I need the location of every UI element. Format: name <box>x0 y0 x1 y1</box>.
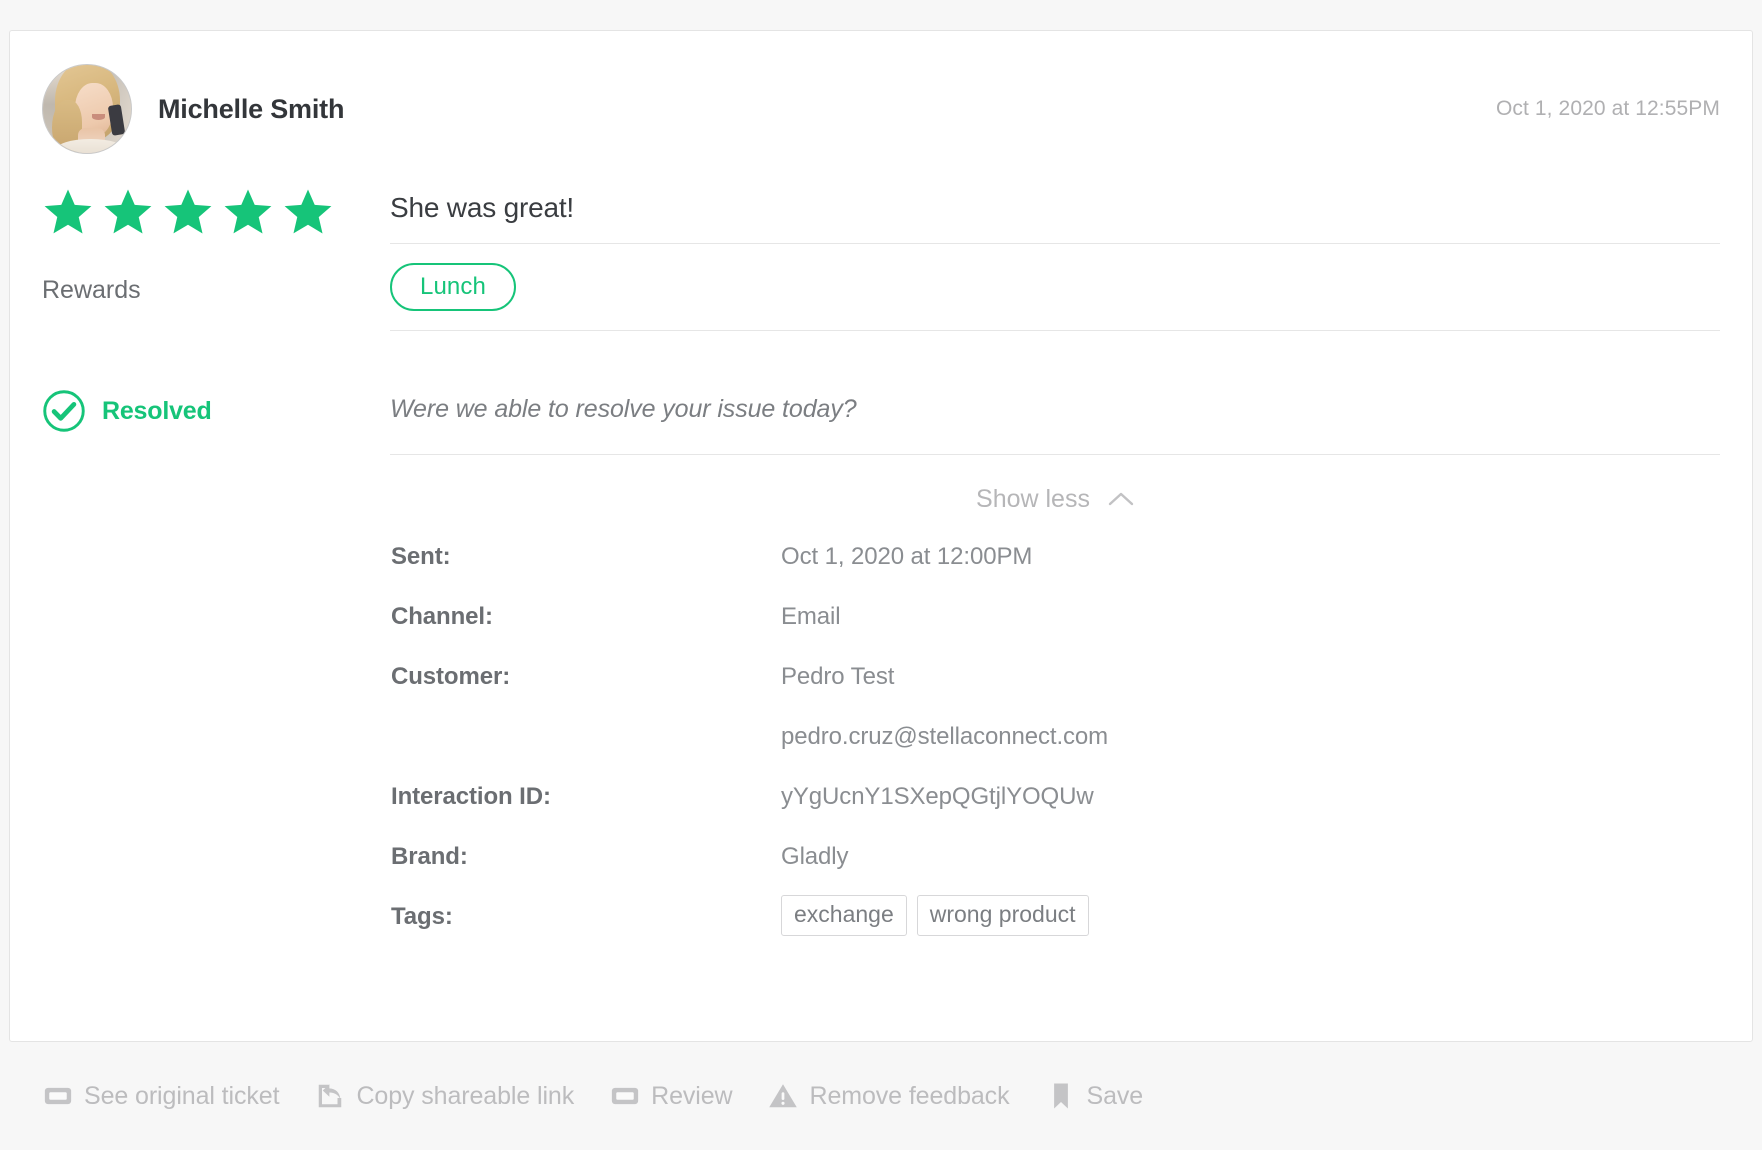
ticket-icon <box>44 1087 72 1105</box>
star-icon <box>164 189 212 234</box>
remove-feedback-button[interactable]: Remove feedback <box>768 1081 1010 1111</box>
reward-chip-lunch[interactable]: Lunch <box>390 263 516 311</box>
footer-label: Copy shareable link <box>356 1081 575 1110</box>
check-circle-icon <box>43 390 85 432</box>
detail-row: Brand: Gladly <box>391 843 1720 903</box>
rewards-label: Rewards <box>42 275 141 304</box>
resolution-question: Were we able to resolve your issue today… <box>390 394 857 423</box>
detail-value: Oct 1, 2020 at 12:00PM <box>781 543 1033 570</box>
detail-key: Sent: <box>391 543 451 570</box>
right-column: She was great! Lunch Were we able to res… <box>390 173 1720 963</box>
feedback-card: Michelle Smith Oct 1, 2020 at 12:55PM Re… <box>9 30 1753 1042</box>
detail-row: Customer: Pedro Test <box>391 663 1720 723</box>
page-root: Michelle Smith Oct 1, 2020 at 12:55PM Re… <box>0 0 1762 1150</box>
tags-row: Tags: exchange wrong product <box>391 895 1720 963</box>
copy-shareable-link-button[interactable]: Copy shareable link <box>315 1081 574 1111</box>
detail-key: Customer: <box>391 663 511 690</box>
reward-chip-area: Lunch <box>390 244 1720 330</box>
footer-label: See original ticket <box>84 1081 280 1110</box>
detail-key: Brand: <box>391 843 468 870</box>
save-button[interactable]: Save <box>1046 1081 1144 1111</box>
star-icon <box>224 189 272 234</box>
chevron-up-icon <box>1108 492 1134 506</box>
ticket-icon <box>611 1087 639 1105</box>
detail-key: Channel: <box>391 603 493 630</box>
share-icon <box>319 1084 342 1108</box>
card-body: Rewards Resolved She was great! Lunch We… <box>42 173 1720 963</box>
star-rating <box>42 177 390 247</box>
card-header: Michelle Smith Oct 1, 2020 at 12:55PM <box>42 57 1720 161</box>
left-column: Rewards Resolved <box>42 173 390 963</box>
star-icon <box>284 189 332 234</box>
show-less-toggle[interactable]: Show less <box>390 455 1720 543</box>
resolved-status: Resolved <box>42 366 390 456</box>
detail-row: Sent: Oct 1, 2020 at 12:00PM <box>391 543 1720 603</box>
detail-row: Channel: Email <box>391 603 1720 663</box>
see-original-ticket-button[interactable]: See original ticket <box>43 1081 280 1111</box>
footer-label: Save <box>1086 1081 1144 1110</box>
star-icon <box>104 189 152 234</box>
detail-row: Interaction ID: yYgUcnY1SXepQGtjlYOQUw <box>391 783 1720 843</box>
footer-actions: See original ticket Copy shareable link … <box>9 1042 1753 1150</box>
detail-value: Gladly <box>781 843 849 870</box>
detail-row: pedro.cruz@stellaconnect.com <box>391 723 1720 783</box>
divider <box>390 330 1720 331</box>
footer-label: Remove feedback <box>809 1081 1010 1110</box>
resolved-label: Resolved <box>102 396 212 425</box>
detail-value: Email <box>781 603 841 630</box>
tag-chip[interactable]: exchange <box>781 895 907 936</box>
tag-chip[interactable]: wrong product <box>916 895 1089 936</box>
user-name: Michelle Smith <box>158 93 345 124</box>
show-less-label: Show less <box>976 484 1090 513</box>
detail-value: Pedro Test <box>781 663 895 690</box>
star-icon <box>44 189 92 234</box>
footer-label: Review <box>651 1081 733 1110</box>
detail-key: Tags: <box>391 903 453 930</box>
details-list: Sent: Oct 1, 2020 at 12:00PM Channel: Em… <box>390 543 1720 963</box>
feedback-timestamp: Oct 1, 2020 at 12:55PM <box>1495 97 1720 120</box>
customer-email: pedro.cruz@stellaconnect.com <box>781 723 1109 750</box>
review-button[interactable]: Review <box>610 1081 733 1111</box>
resolution-question-area: Were we able to resolve your issue today… <box>390 364 1720 454</box>
bookmark-icon <box>1053 1083 1068 1109</box>
review-title: She was great! <box>390 192 574 223</box>
tag-list: exchange wrong product <box>781 895 1089 936</box>
interaction-id: yYgUcnY1SXepQGtjlYOQUw <box>781 783 1094 810</box>
avatar <box>42 64 132 154</box>
warning-icon <box>769 1084 798 1108</box>
detail-key: Interaction ID: <box>391 783 551 810</box>
